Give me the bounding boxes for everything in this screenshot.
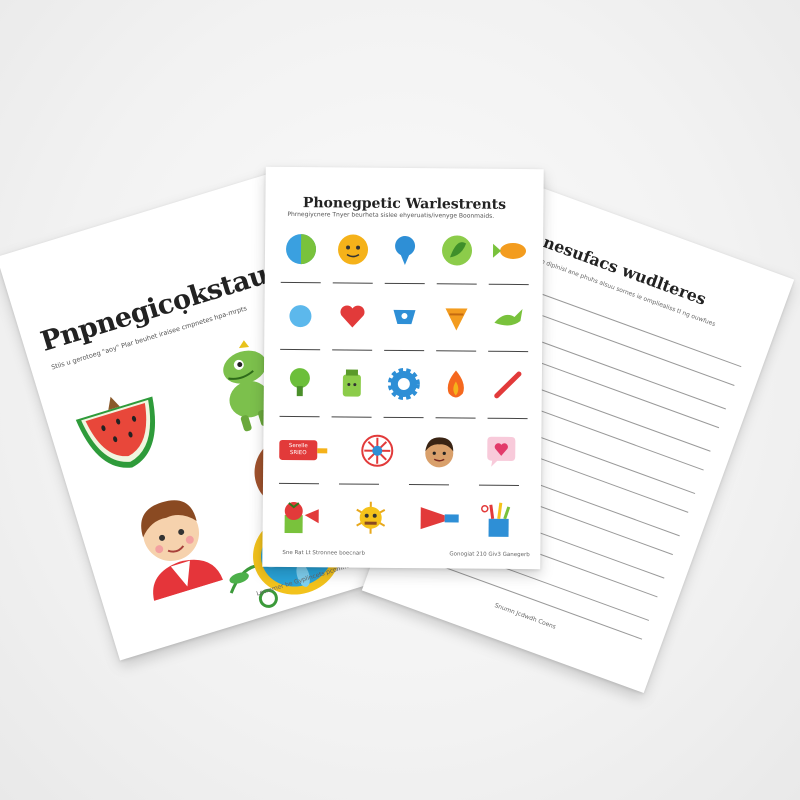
answer-line [384, 349, 425, 352]
blue-dot-icon [280, 296, 320, 336]
watermelon-illustration [75, 396, 155, 468]
answer-line [383, 416, 424, 419]
answer-line [384, 282, 425, 285]
red-tomato-icon [279, 497, 327, 537]
answer-line [279, 415, 320, 418]
child-face-icon [419, 431, 459, 471]
orange-sun-icon [333, 229, 373, 269]
middle-worksheet-footer-right: Gonogiat 210 Giv3 Ganegerb [449, 551, 530, 559]
answer-line [332, 282, 373, 284]
answer-line [478, 484, 519, 487]
answer-line [280, 281, 321, 284]
answer-line [280, 348, 321, 351]
middle-worksheet-subtitle: Phrnegiycnere Tnyer beurheta sislee ehye… [287, 210, 495, 220]
middle-worksheet-footer-left: Sne Rat Lt Stronnee boecnarb [282, 549, 365, 557]
green-tree-icon [280, 363, 320, 403]
green-dino-icon [488, 298, 528, 338]
middle-worksheet: Phonegpetic Warlestrents Phrnegiycnere T… [262, 166, 544, 570]
icon-grid: Serelle SRIEO [278, 225, 531, 562]
answer-line [488, 350, 529, 353]
blue-bowl-icon [384, 297, 424, 337]
orange-carrot-icon [489, 231, 529, 271]
striped-ball-icon [357, 431, 397, 471]
answer-line [278, 482, 319, 485]
answer-line [487, 417, 528, 420]
yellow-bug-icon [351, 498, 391, 538]
red-horn-icon [417, 498, 465, 538]
icon-row [280, 292, 531, 361]
icon-row [280, 225, 532, 294]
red-pencil-icon [488, 365, 528, 405]
blue-gear-icon [384, 364, 424, 404]
blue-ball-icon [281, 229, 321, 269]
blue-pin-icon [385, 230, 425, 270]
answer-line [436, 283, 477, 285]
answer-line [435, 417, 476, 419]
red-heart-icon [332, 296, 372, 336]
red-sign-text: Serelle SRIEO [279, 439, 318, 461]
orange-flame-icon [436, 364, 476, 404]
answer-line [338, 483, 379, 485]
pen-cup-icon [479, 499, 519, 539]
icon-row [279, 359, 530, 428]
icon-row: Serelle SRIEO [278, 426, 530, 495]
green-jar-icon [332, 363, 372, 403]
answer-line [331, 416, 372, 418]
answer-line [408, 484, 449, 486]
answer-line [436, 350, 477, 352]
orange-cone-icon [436, 297, 476, 337]
red-sign-icon: Serelle SRIEO [279, 430, 328, 470]
answer-line [332, 349, 373, 351]
pink-heart-bubble-icon [481, 432, 521, 472]
green-leaf-icon [437, 230, 477, 270]
sign-handle [317, 447, 328, 453]
answer-line [488, 283, 529, 286]
